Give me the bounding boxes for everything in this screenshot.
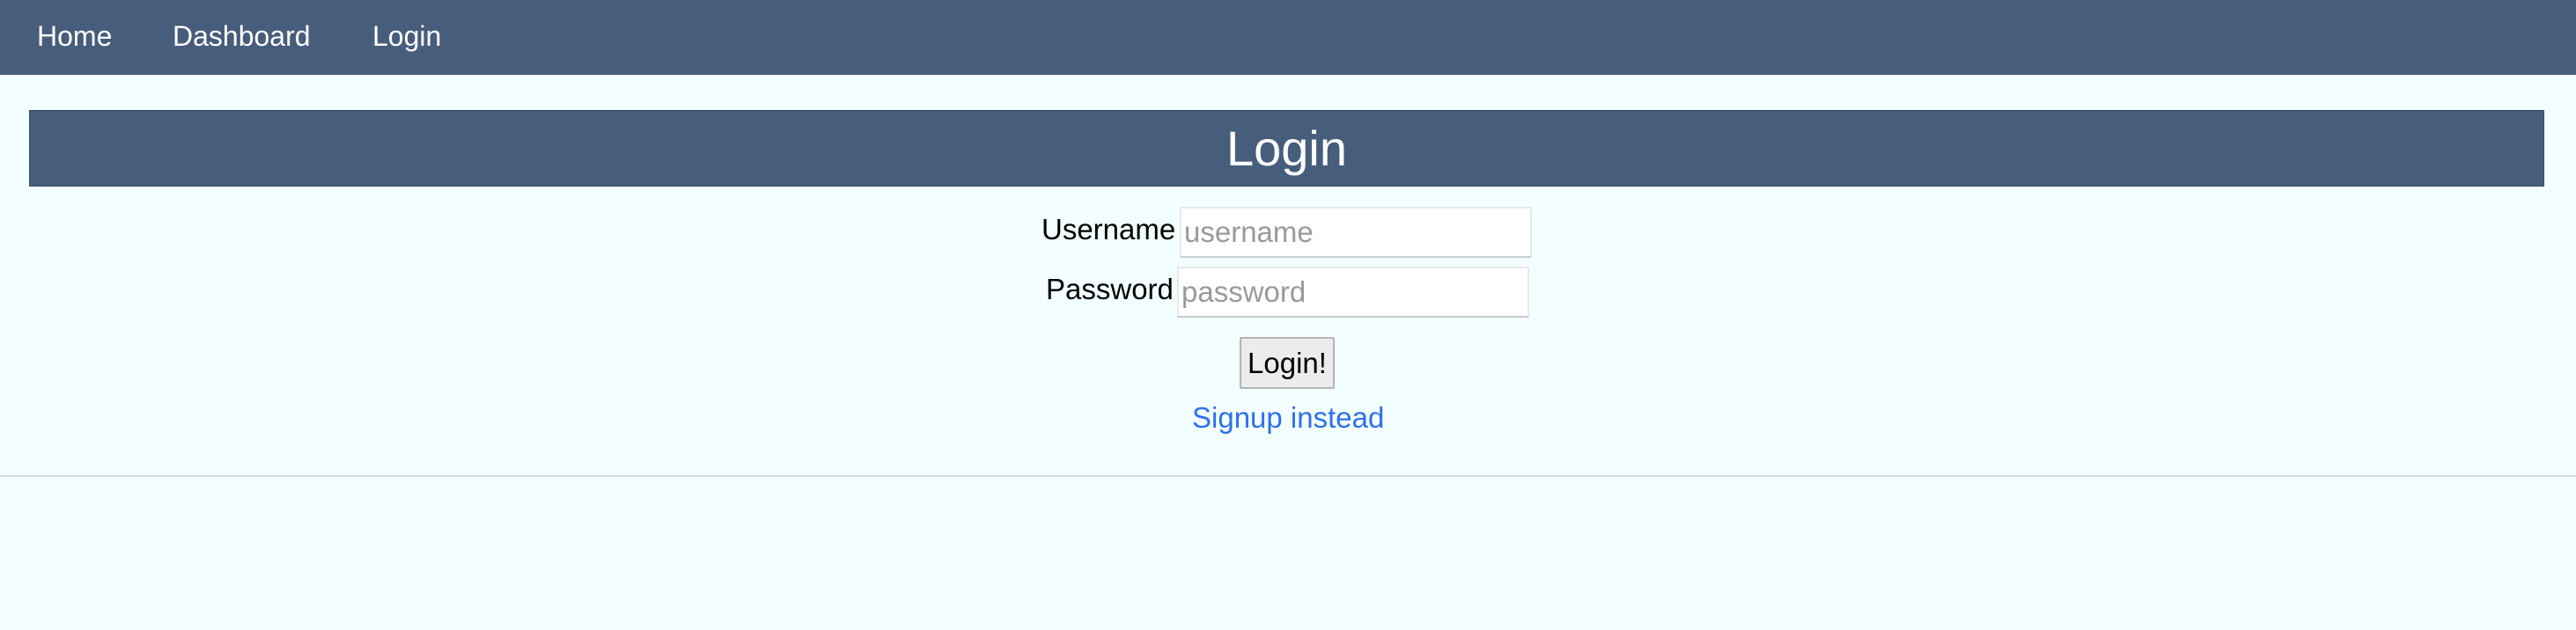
password-input[interactable] (1177, 267, 1529, 318)
page-divider (0, 475, 2576, 477)
login-submit-button[interactable]: Login! (1240, 337, 1335, 389)
username-label: Username (1041, 213, 1176, 245)
top-navbar: Home Dashboard Login (0, 0, 2576, 75)
page-title: Login (1225, 121, 1348, 176)
password-label: Password (1046, 273, 1174, 305)
login-header-bar: Login (29, 110, 2544, 187)
nav-link-login[interactable]: Login (372, 0, 441, 72)
nav-link-dashboard[interactable]: Dashboard (173, 0, 311, 72)
signup-link[interactable]: Signup instead (1192, 401, 1384, 435)
username-input[interactable] (1180, 207, 1532, 258)
nav-link-home[interactable]: Home (37, 0, 112, 72)
